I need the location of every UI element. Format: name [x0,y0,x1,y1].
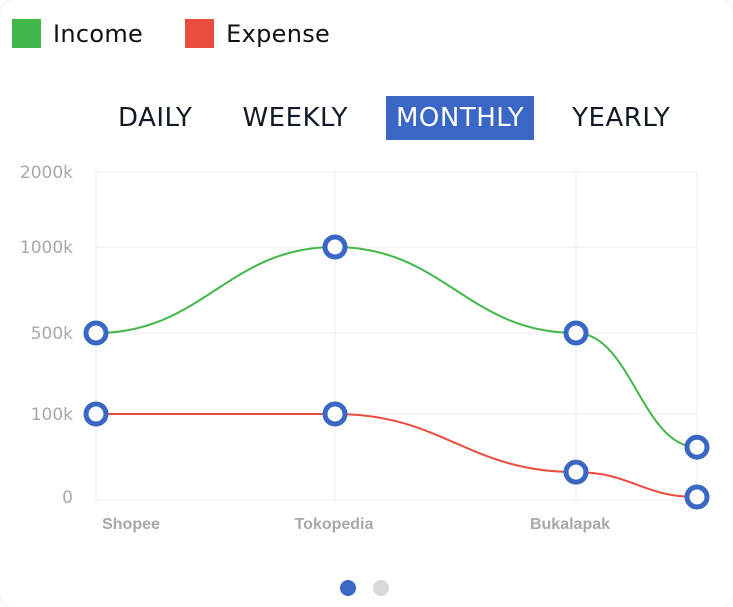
data-point-expense [322,401,348,427]
y-tick-label: 500k [31,324,73,344]
x-tick-label: Shopee [102,516,160,533]
y-tick-label: 100k [31,405,73,425]
pager-dot-1[interactable] [340,580,356,596]
y-tick-label: 2000k [20,163,73,183]
data-point-expense [684,484,710,510]
chart-card: Income Expense DAILY WEEKLY MONTHLY YEAR… [0,0,733,607]
data-point-income [563,320,589,346]
pager [340,580,406,596]
data-point-expense [83,401,109,427]
data-point-income [322,234,348,260]
data-point-income [83,320,109,346]
pager-dot-2[interactable] [373,580,389,596]
x-tick-label: Bukalapak [530,516,610,533]
x-tick-label: Tokopedia [295,516,374,533]
series-line-expense [95,412,698,498]
y-tick-label: 0 [62,488,73,508]
y-tick-label: 1000k [20,238,73,258]
data-point-income [684,434,710,460]
line-chart: 0 100k 500k 1000k 2000k Shopee Tokopedia Bukala… [20,163,710,533]
series-line-income [95,245,698,449]
data-point-expense [563,459,589,485]
